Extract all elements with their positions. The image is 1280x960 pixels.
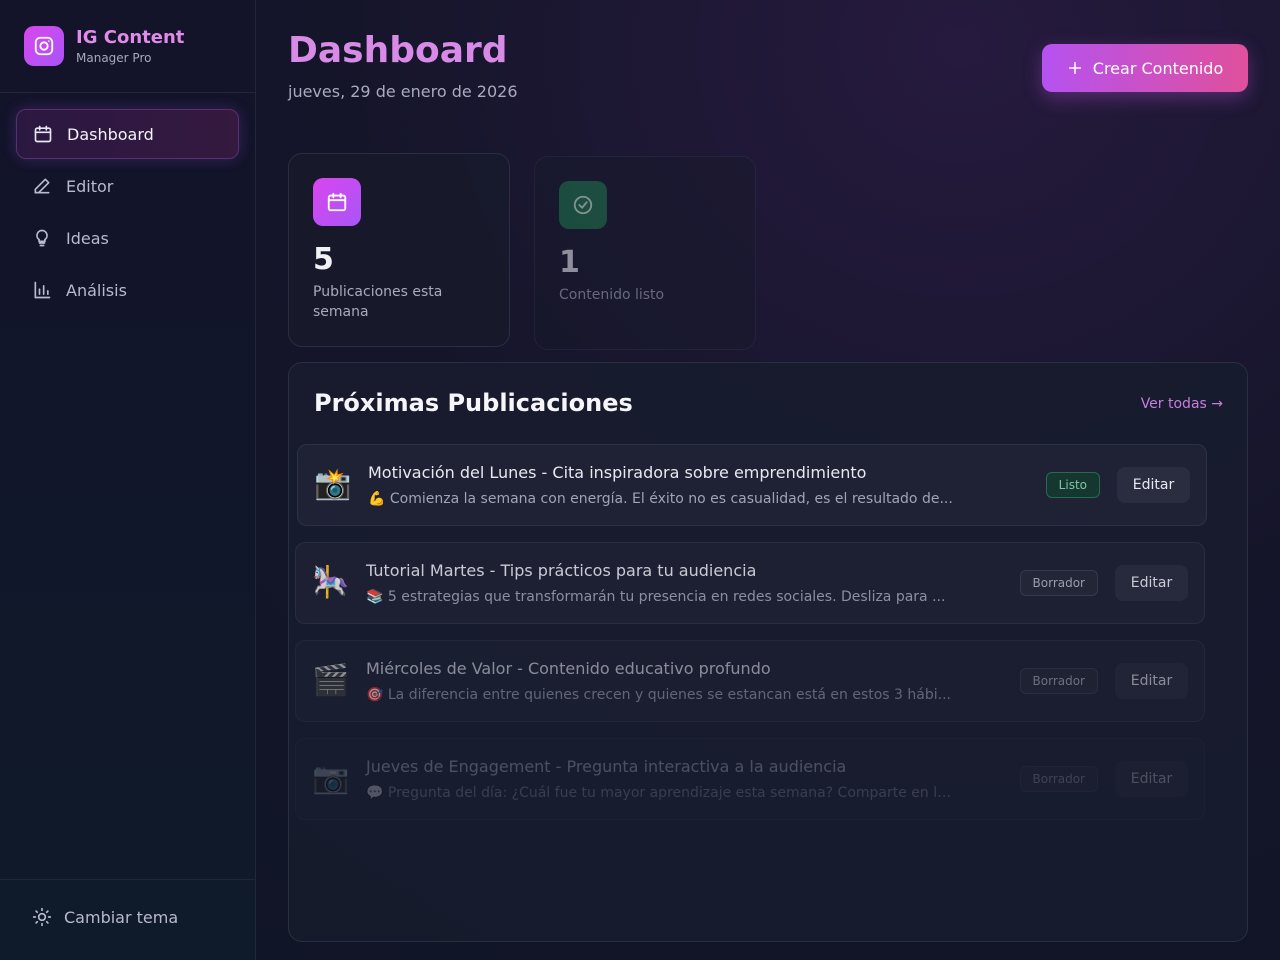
post-title: Jueves de Engagement - Pregunta interact…	[366, 757, 847, 776]
stat-value: 5	[313, 242, 334, 277]
view-all-link[interactable]: Ver todas →	[1141, 396, 1223, 412]
sidebar-item-label: Ideas	[66, 228, 109, 248]
theme-toggle-button[interactable]: Cambiar tema	[32, 907, 178, 927]
brand-subtitle: Manager Pro	[76, 51, 152, 65]
sidebar-item-label: Análisis	[66, 280, 127, 300]
brand[interactable]: IG Content Manager Pro	[24, 26, 184, 66]
post-row[interactable]: 🎠 Tutorial Martes - Tips prácticos para …	[295, 542, 1205, 624]
post-excerpt: 📚 5 estrategias que transformarán tu pre…	[366, 589, 946, 605]
sidebar-item-ideas[interactable]: Ideas	[16, 213, 239, 263]
current-date: jueves, 29 de enero de 2026	[288, 82, 518, 101]
check-circle-icon	[559, 181, 607, 229]
bar-chart-icon	[34, 281, 51, 299]
sidebar-divider	[0, 879, 256, 880]
sidebar-divider	[0, 92, 256, 93]
post-excerpt: 💬 Pregunta del día: ¿Cuál fue tu mayor a…	[366, 785, 956, 801]
panel-title: Próximas Publicaciones	[314, 389, 633, 417]
post-row[interactable]: 📷 Jueves de Engagement - Pregunta intera…	[295, 738, 1205, 820]
plus-icon	[1068, 61, 1081, 75]
camera-flash-icon: 📸	[314, 467, 352, 502]
brand-name: IG Content	[76, 27, 185, 48]
post-title: Miércoles de Valor - Contenido educativo…	[366, 659, 771, 678]
stat-card-posts-week: 5 Publicaciones esta semana	[288, 153, 510, 347]
camera-icon: 📷	[312, 761, 350, 796]
stat-value: 1	[559, 245, 580, 280]
post-title: Motivación del Lunes - Cita inspiradora …	[368, 463, 867, 482]
pencil-icon	[34, 178, 50, 194]
post-title: Tutorial Martes - Tips prácticos para tu…	[366, 561, 757, 580]
stat-card-content-ready: 1 Contenido listo	[534, 156, 756, 350]
post-excerpt: 🎯 La diferencia entre quienes crecen y q…	[366, 687, 951, 703]
lightbulb-icon	[36, 229, 48, 247]
clapperboard-icon: 🎬	[312, 663, 350, 698]
status-badge: Borrador	[1019, 766, 1098, 792]
sidebar-item-label: Editor	[66, 176, 114, 196]
stat-label: Publicaciones esta semana	[313, 284, 443, 320]
create-content-button[interactable]: Crear Contenido	[1042, 44, 1248, 92]
post-row[interactable]: 🎬 Miércoles de Valor - Contenido educati…	[295, 640, 1205, 722]
sidebar-item-editor[interactable]: Editor	[16, 161, 239, 211]
status-badge: Listo	[1045, 472, 1100, 498]
edit-post-button[interactable]: Editar	[1115, 663, 1188, 699]
post-row[interactable]: 📸 Motivación del Lunes - Cita inspirador…	[297, 444, 1207, 526]
edit-post-button[interactable]: Editar	[1115, 565, 1188, 601]
page-title: Dashboard	[288, 30, 508, 71]
calendar-icon	[34, 125, 52, 143]
instagram-icon	[24, 26, 64, 66]
status-badge: Borrador	[1019, 668, 1098, 694]
post-excerpt: 💪 Comienza la semana con energía. El éxi…	[368, 491, 953, 507]
stat-label: Contenido listo	[559, 287, 665, 303]
create-content-label: Crear Contenido	[1092, 58, 1224, 78]
sidebar-item-label: Dashboard	[67, 124, 154, 144]
upcoming-posts-panel: Próximas Publicaciones Ver todas → 📸 Mot…	[288, 362, 1248, 942]
sidebar-item-analisis[interactable]: Análisis	[16, 265, 239, 315]
edit-post-button[interactable]: Editar	[1115, 761, 1188, 797]
sidebar-item-dashboard[interactable]: Dashboard	[16, 109, 239, 159]
carousel-icon: 🎠	[312, 565, 350, 600]
sun-icon	[32, 907, 52, 927]
calendar-icon	[313, 178, 361, 226]
status-badge: Borrador	[1019, 570, 1098, 596]
edit-post-button[interactable]: Editar	[1117, 467, 1190, 503]
theme-toggle-label: Cambiar tema	[64, 907, 179, 927]
sidebar: IG Content Manager Pro Dashboard Editor …	[0, 0, 256, 960]
